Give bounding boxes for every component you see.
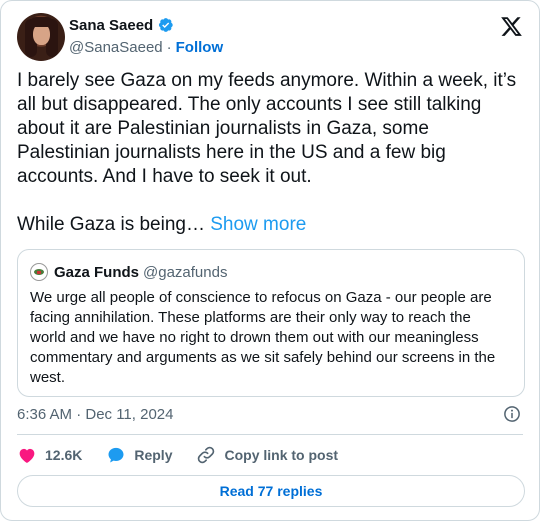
tweet-body: I barely see Gaza on my feeds anymore. W…: [17, 69, 525, 237]
link-icon: [198, 446, 215, 464]
like-button[interactable]: 12.6K: [17, 445, 82, 465]
quoted-tweet[interactable]: Gaza Funds @gazafunds We urge all people…: [17, 249, 525, 397]
follow-button[interactable]: Follow: [176, 39, 224, 56]
reply-label: Reply: [134, 447, 173, 463]
x-logo-icon[interactable]: [500, 15, 523, 38]
separator-dot: ·: [166, 38, 172, 56]
author-info: Sana Saeed @SanaSaeed · Follow: [69, 15, 223, 57]
divider: [17, 434, 523, 435]
quoted-tweet-header: Gaza Funds @gazafunds: [30, 262, 227, 282]
tweet-header: Sana Saeed @SanaSaeed · Follow: [17, 13, 523, 61]
tweet-card: Sana Saeed @SanaSaeed · Follow I barely …: [0, 0, 540, 521]
action-bar: 12.6K Reply Copy link to post: [17, 443, 362, 467]
tweet-text: I barely see Gaza on my feeds anymore. W…: [17, 70, 517, 235]
copy-link-button[interactable]: Copy link to post: [196, 445, 338, 465]
quoted-text: We urge all people of conscience to refo…: [30, 289, 496, 386]
avatar[interactable]: [17, 13, 65, 61]
heart-icon: [19, 448, 35, 463]
verified-badge-icon: [159, 18, 173, 32]
show-more-link[interactable]: Show more: [210, 214, 306, 235]
info-icon[interactable]: [503, 405, 521, 423]
quoted-handle: @gazafunds: [143, 263, 228, 281]
tweet-meta: 6:36 AM · Dec 11, 2024: [17, 403, 523, 425]
author-display-name[interactable]: Sana Saeed: [69, 17, 153, 34]
quoted-display-name: Gaza Funds: [54, 263, 140, 281]
reply-button[interactable]: Reply: [106, 445, 172, 465]
quoted-avatar: [30, 263, 48, 281]
read-replies-label: Read 77 replies: [219, 483, 323, 499]
author-handle[interactable]: @SanaSaeed: [69, 39, 163, 56]
copy-link-label: Copy link to post: [224, 447, 339, 463]
like-count: 12.6K: [45, 447, 83, 463]
read-replies-button[interactable]: Read 77 replies: [17, 475, 525, 507]
reply-bubble-icon: [108, 447, 124, 463]
timestamp-link[interactable]: 6:36 AM · Dec 11, 2024: [17, 406, 173, 423]
